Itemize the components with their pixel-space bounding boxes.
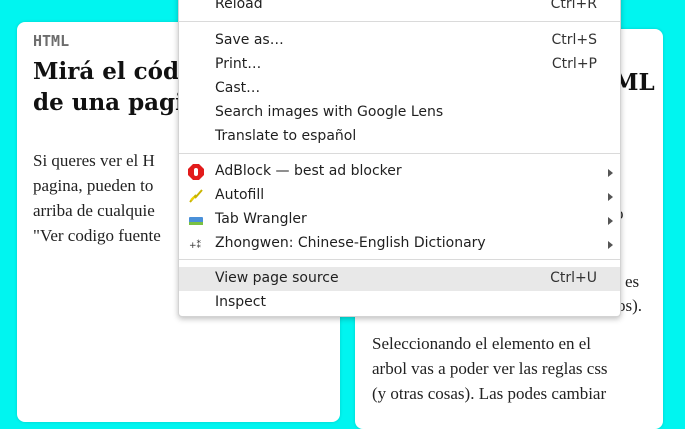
menu-item-cast[interactable]: Cast… [179, 77, 620, 101]
submenu-arrow-icon [608, 217, 613, 225]
body-line: (y otras cosas). Las podes cambiar [372, 384, 607, 403]
menu-item-view-page-source[interactable]: View page source Ctrl+U [179, 267, 620, 291]
menu-separator [179, 259, 620, 260]
menu-item-inspect[interactable]: Inspect [179, 291, 620, 315]
body-fragment: es [625, 272, 640, 291]
menu-item-zhongwen[interactable]: +⁑ Zhongwen: Chinese-English Dictionary [179, 232, 620, 256]
menu-item-print[interactable]: Print… Ctrl+P [179, 53, 620, 77]
adblock-icon [188, 164, 204, 180]
menu-item-search-google-lens[interactable]: Search images with Google Lens [179, 101, 620, 125]
autofill-icon [189, 189, 203, 203]
menu-item-reload[interactable]: Reload Ctrl+R [179, 0, 620, 17]
context-menu: Reload Ctrl+R Save as… Ctrl+S Print… Ctr… [178, 0, 621, 317]
menu-separator [179, 21, 620, 22]
menu-item-autofill[interactable]: Autofill [179, 184, 620, 208]
card-paragraph: Seleccionando el elemento en el arbol va… [372, 331, 662, 406]
menu-item-translate[interactable]: Translate to español [179, 125, 620, 149]
card-tag: HTML [33, 32, 70, 50]
tab-wrangler-icon [189, 217, 203, 225]
body-line: Seleccionando el elemento en el [372, 334, 592, 353]
submenu-arrow-icon [608, 193, 613, 201]
body-line: arbol vas a poder ver las reglas css [372, 359, 608, 378]
menu-item-save-as[interactable]: Save as… Ctrl+S [179, 29, 620, 53]
svg-text:+⁑: +⁑ [189, 239, 202, 251]
menu-separator [179, 153, 620, 154]
submenu-arrow-icon [608, 169, 613, 177]
menu-item-tab-wrangler[interactable]: Tab Wrangler [179, 208, 620, 232]
zhongwen-icon: +⁑ [189, 239, 202, 251]
submenu-arrow-icon [608, 241, 613, 249]
menu-item-adblock[interactable]: AdBlock — best ad blocker [179, 160, 620, 184]
